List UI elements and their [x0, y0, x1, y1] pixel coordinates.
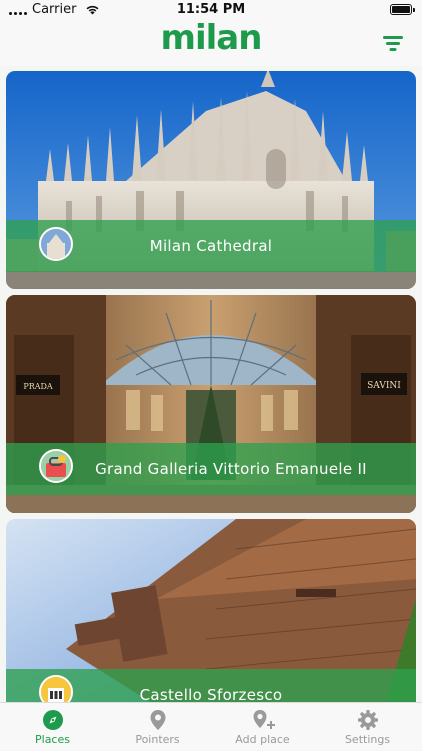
- tab-label: Add place: [235, 733, 290, 746]
- place-card-castello-sforzesco[interactable]: Castello Sforzesco: [6, 519, 416, 702]
- places-list[interactable]: Milan Cathedral PRADA SAVINI Grand Galle…: [0, 70, 422, 702]
- svg-text:PRADA: PRADA: [23, 382, 53, 391]
- tab-pointers[interactable]: Pointers: [105, 703, 210, 751]
- tab-label: Places: [35, 733, 70, 746]
- add-location-icon: [253, 710, 275, 729]
- shopping-icon: [39, 449, 73, 483]
- cathedral-thumbnail-icon: [39, 227, 73, 261]
- app-header: milan: [0, 18, 422, 66]
- tab-settings[interactable]: Settings: [315, 703, 420, 751]
- tab-bar: Places Pointers Add place Settings: [0, 702, 422, 750]
- place-card-milan-cathedral[interactable]: Milan Cathedral: [6, 71, 416, 289]
- map-pin-icon: [150, 710, 165, 730]
- tab-label: Pointers: [135, 733, 180, 746]
- place-card-galleria[interactable]: PRADA SAVINI Grand Galleria Vittorio Ema…: [6, 295, 416, 513]
- svg-text:SAVINI: SAVINI: [367, 381, 401, 391]
- gear-icon: [357, 710, 378, 730]
- tab-places[interactable]: Places: [0, 703, 105, 751]
- castle-icon: [39, 675, 73, 702]
- tab-label: Settings: [344, 733, 391, 746]
- tab-add-place[interactable]: Add place: [210, 703, 315, 751]
- status-bar: Carrier 11:54 PM: [0, 0, 422, 22]
- status-time: 11:54 PM: [176, 2, 246, 17]
- battery-icon: [390, 4, 415, 15]
- places-icon: [42, 710, 63, 730]
- filter-button[interactable]: [382, 34, 404, 52]
- app-logo: milan: [160, 18, 263, 58]
